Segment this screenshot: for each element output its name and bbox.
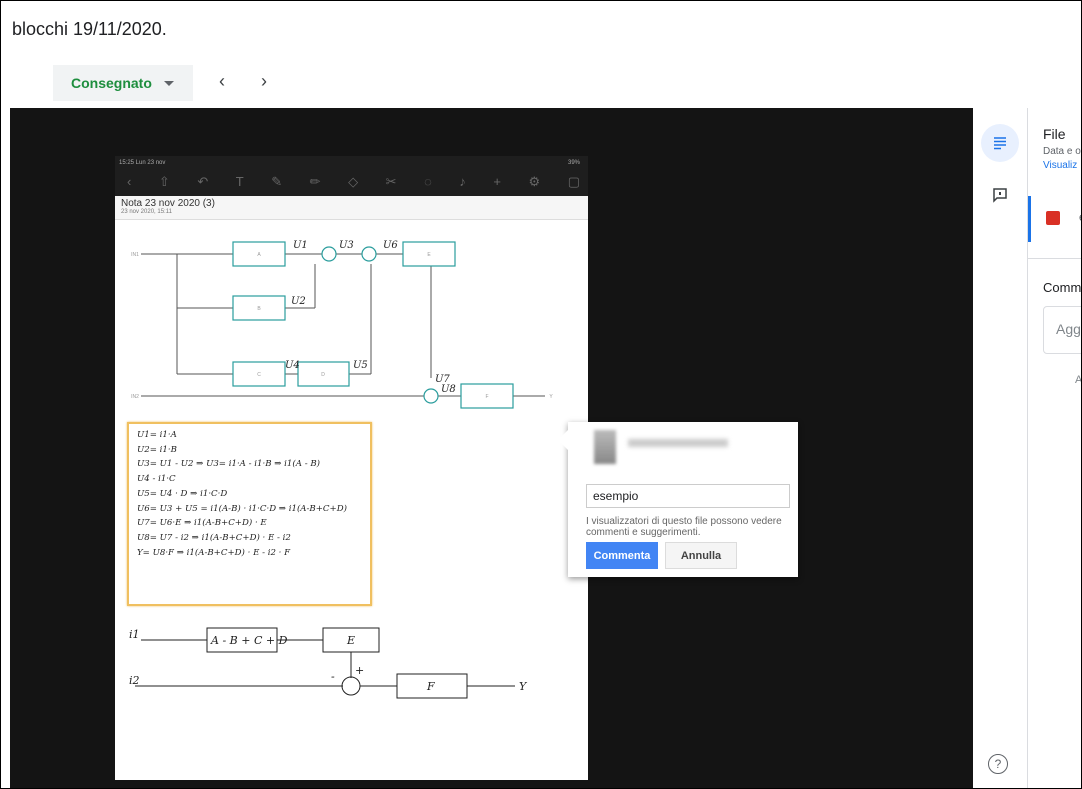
divider — [1028, 258, 1081, 259]
sketch-i1-label: i1 — [129, 628, 140, 641]
assignment-title: blocchi 19/11/2020. — [12, 19, 167, 39]
note-line: U6= U3 + U5 = i1(A-B) · i1·C·D ⇒ i1(A-B+… — [137, 503, 347, 514]
note-line: U5= U4 · D ⇒ i1·C·D — [137, 488, 228, 499]
add-icon: + — [493, 174, 501, 189]
note-line: U4 - i1·C — [137, 474, 176, 485]
status-dropdown[interactable]: Consegnato — [53, 65, 193, 101]
comment-visibility-info: I visualizzatori di questo file possono … — [586, 516, 782, 538]
document-viewer: 15:25 Lun 23 nov 39% ‹ ⇧ ↶ T ✎ ✏ ◇ ✂ ◌ ♪… — [10, 108, 973, 788]
u8-label: U8 — [441, 384, 456, 395]
details-list-svg — [994, 137, 1006, 150]
block-d-label: D — [321, 372, 325, 378]
document-page: 15:25 Lun 23 nov 39% ‹ ⇧ ↶ T ✎ ✏ ◇ ✂ ◌ ♪… — [115, 156, 588, 780]
sketch-minus-sign: - — [331, 670, 335, 683]
details-list-icon[interactable] — [981, 124, 1019, 162]
toolbar-icons: ‹ ⇧ ↶ T ✎ ✏ ◇ ✂ ◌ ♪ + ⚙ ▢ — [127, 174, 580, 190]
pages-icon: ▢ — [567, 174, 580, 189]
ipad-toolbar: 15:25 Lun 23 nov 39% ‹ ⇧ ↶ T ✎ ✏ ◇ ✂ ◌ ♪… — [115, 156, 588, 196]
side-rail: ? — [973, 108, 1027, 788]
comment-hint: A — [1075, 374, 1082, 386]
comment-icon[interactable] — [981, 176, 1019, 214]
pen-icon: ✎ — [271, 174, 283, 189]
pencil-icon: ✏ — [309, 174, 321, 189]
commenter-name-redacted — [628, 439, 728, 447]
chevron-down-icon — [163, 80, 174, 86]
note-line: U1= i1·A — [137, 430, 177, 440]
mic-icon: ♪ — [459, 174, 466, 189]
comment-cancel-button[interactable]: Annulla — [665, 542, 737, 569]
next-button[interactable]: › — [261, 71, 267, 92]
eraser-icon: ◇ — [348, 174, 359, 189]
help-icon[interactable]: ? — [988, 754, 1008, 774]
view-link[interactable]: Visualiz — [1043, 160, 1077, 171]
comments-section-title: Comm — [1043, 280, 1082, 295]
previous-button[interactable]: ‹ — [219, 71, 225, 92]
details-panel: File Data e o Visualiz e Comm Agg A — [1027, 108, 1082, 788]
app-frame: blocchi 19/11/2020. Consegnato ‹ › 15:25… — [0, 0, 1082, 789]
u2-label: U2 — [291, 296, 306, 307]
sketch-f-block: F — [426, 680, 435, 693]
note-line: U3= U1 - U2 ⇒ U3= i1·A - i1·B ⇒ i1(A - B… — [137, 459, 320, 470]
u5-label: U5 — [353, 360, 368, 371]
file-item[interactable]: e — [1028, 196, 1081, 242]
u6-label: U6 — [383, 240, 398, 251]
note-line: U2= i1·B — [137, 444, 177, 455]
file-section-title: File — [1043, 126, 1066, 142]
image-file-icon — [1046, 211, 1060, 225]
lasso-icon: ◌ — [424, 174, 432, 189]
u1-label: U1 — [293, 240, 308, 251]
u4-label: U4 — [285, 360, 300, 371]
block-f-label: F — [485, 394, 488, 400]
tool-settings-icon: ⚙ — [528, 174, 541, 189]
status-label: Consegnato — [71, 75, 152, 91]
diagram-in1-label: IN1 — [131, 252, 139, 258]
avatar — [594, 430, 616, 464]
diagram-in2-label: IN2 — [131, 394, 139, 400]
note-title: Nota 23 nov 2020 (3) — [121, 198, 215, 209]
u3-label: U3 — [339, 240, 354, 251]
comment-svg — [993, 188, 1007, 203]
note-line: U7= U6·E ⇒ i1(A-B+C+D) · E — [137, 518, 267, 529]
handwritten-notes: U1= i1·A U2= i1·B U3= U1 - U2 ⇒ U3= i1·A… — [127, 422, 372, 606]
comment-submit-button[interactable]: Commenta — [586, 542, 658, 569]
file-date-text: Data e o — [1043, 146, 1081, 157]
status-battery: 39% — [567, 160, 580, 166]
scissors-icon: ✂ — [385, 174, 397, 189]
undo-icon: ↶ — [197, 174, 209, 189]
comment-input[interactable]: esempio — [586, 484, 790, 508]
note-line: U8= U7 - i2 ⇒ i1(A-B+C+D) · E - i2 — [137, 532, 291, 543]
block-c-label: C — [257, 372, 261, 378]
sketch-i2-label: i2 — [129, 674, 140, 687]
back-icon: ‹ — [127, 174, 132, 189]
note-line: Y= U8·F ⇒ i1(A-B+C+D) · E - i2 · F — [137, 547, 291, 558]
comment-popup: esempio I visualizzatori di questo file … — [558, 422, 798, 577]
share-icon: ⇧ — [158, 174, 170, 189]
diagram-out-label: Y — [549, 394, 553, 400]
text-tool-icon: T — [235, 174, 244, 189]
sketch-y-label: Y — [519, 680, 528, 693]
status-time: 15:25 Lun 23 nov — [119, 160, 166, 166]
note-date: 23 nov 2020, 15:11 — [121, 209, 172, 215]
sketch-plus-sign: + — [355, 664, 364, 677]
sketch-sum-block: A - B + C + D — [210, 634, 288, 647]
note-header: Nota 23 nov 2020 (3) 23 nov 2020, 15:11 — [115, 196, 588, 220]
add-comment-field[interactable]: Agg — [1043, 306, 1081, 354]
sketch-e-block: E — [346, 634, 355, 647]
